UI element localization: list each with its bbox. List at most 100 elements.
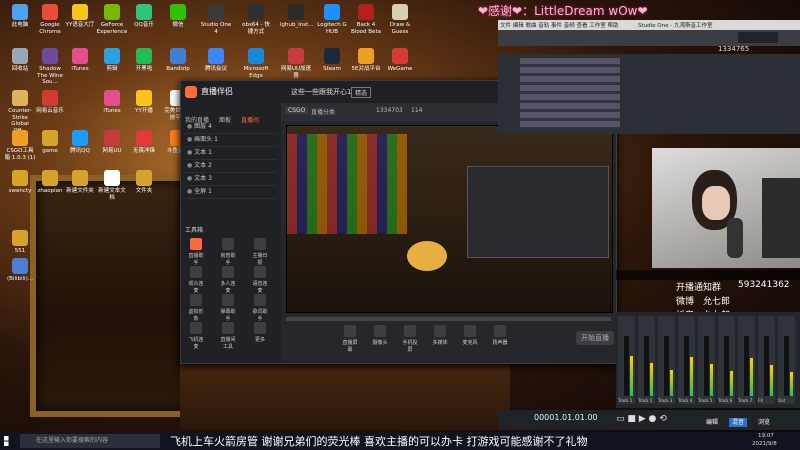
tool-9[interactable]: 歌词助手 [251, 294, 269, 322]
windows-start-icon[interactable] [4, 436, 9, 446]
fader[interactable] [624, 336, 629, 396]
desktop-icon[interactable]: 回收站 [4, 48, 36, 73]
daw-menu-item[interactable]: 工作室 [589, 23, 607, 29]
desktop-icon[interactable]: 此电脑 [4, 4, 36, 29]
daw-footer-tab[interactable]: 编辑 [703, 418, 721, 427]
desktop-icon[interactable]: Steam [316, 48, 348, 73]
desktop-icon[interactable]: iTunes [64, 48, 96, 73]
desktop-icon[interactable]: Microsoft Edge [240, 48, 272, 79]
action-1[interactable]: 直播屏幕 [341, 325, 359, 353]
desktop-icon[interactable]: 网易UU加速器 [280, 48, 312, 79]
action-5[interactable]: 麦克风 [461, 325, 479, 346]
desktop-icon[interactable]: game [34, 130, 66, 155]
daw-menu-item[interactable]: 音轨 [538, 23, 551, 29]
action-4[interactable]: 多媒体 [431, 325, 449, 346]
action-2[interactable]: 摄像头 [371, 325, 389, 346]
fader[interactable] [704, 336, 709, 396]
desktop-icon[interactable]: QQ音乐 [128, 4, 160, 29]
desktop-icon[interactable]: WeGame [384, 48, 416, 73]
desktop-icon[interactable]: 新建文件夹 [64, 170, 96, 195]
tool-1[interactable]: 直播助手 [187, 238, 205, 266]
desktop-icon[interactable]: 新建文本文档 [96, 170, 128, 201]
fader[interactable] [744, 336, 749, 396]
desktop-icon[interactable]: iTunes [96, 90, 128, 115]
mixer-channel[interactable]: FX [758, 316, 775, 404]
taskbar-search[interactable]: 在这里输入你要搜索的内容 [20, 434, 160, 448]
daw-menu-item[interactable]: 歌曲 [526, 23, 539, 29]
fader[interactable] [784, 336, 789, 396]
tool-7[interactable]: 虚拟形象 [187, 294, 205, 322]
daw-menu-item[interactable]: 查看 [577, 23, 590, 29]
desktop-icon[interactable]: Counter-Strike Global Off... [4, 90, 36, 134]
desktop-icon[interactable]: Studio One 4 [200, 4, 232, 35]
tool-label: 房管助手 [220, 253, 236, 266]
daw-menu-item[interactable]: 文件 [500, 23, 513, 29]
tool-10[interactable]: 飞机连麦 [187, 322, 205, 350]
fader[interactable] [724, 336, 729, 396]
desktop-icon[interactable]: obs64 - 快捷方式 [240, 4, 272, 35]
desktop-icon[interactable]: CSGO工具箱 1.0.3 (1) [4, 130, 36, 161]
desktop-icon[interactable]: 开黑啦 [128, 48, 160, 73]
mixer-channel[interactable]: Track 2 [638, 316, 655, 404]
mixer-channel[interactable]: Track 7 [738, 316, 755, 404]
tool-3[interactable]: 主播日报 [251, 238, 269, 266]
action-3[interactable]: 手机投屏 [401, 325, 419, 353]
game-category[interactable]: CSGO [285, 107, 309, 114]
mixer-channel[interactable]: Track 4 [678, 316, 695, 404]
daw-menu-item[interactable]: 帮助 [608, 23, 619, 29]
fader[interactable] [764, 336, 769, 396]
mixer-channel[interactable]: Track 6 [718, 316, 735, 404]
tool-12[interactable]: 更多 [251, 322, 269, 343]
desktop-icon[interactable]: GeForce Experience [96, 4, 128, 35]
fader[interactable] [644, 336, 649, 396]
desktop-icon[interactable]: 腾讯QQ [64, 130, 96, 155]
fader[interactable] [684, 336, 689, 396]
daw-footer-tab[interactable]: 浏览 [755, 418, 773, 427]
tool-6[interactable]: 语音连麦 [251, 266, 269, 294]
action-icon [464, 325, 476, 337]
desktop-icon[interactable]: 网易云音乐 [34, 90, 66, 115]
mixer-channel[interactable]: Track 5 [698, 316, 715, 404]
mixer-channel[interactable]: Track 3 [658, 316, 675, 404]
source-item[interactable]: ● 文本 3 [185, 173, 277, 186]
desktop-icon[interactable]: 网易UU [96, 130, 128, 155]
tool-5[interactable]: 多人连麦 [219, 266, 237, 294]
desktop-icon[interactable]: Back 4 Blood Beta [350, 4, 382, 35]
desktop-icon[interactable]: Bandizip [162, 48, 194, 73]
tool-11[interactable]: 直播间工具 [219, 322, 237, 350]
desktop-icon[interactable]: 无畏冲锋 [128, 130, 160, 155]
source-item[interactable]: ● 图层 4 [185, 121, 277, 134]
tool-2[interactable]: 房管助手 [219, 238, 237, 266]
desktop-icon[interactable]: 腾讯会议 [200, 48, 232, 73]
desktop-icon[interactable]: 551 [4, 230, 36, 255]
daw-menu-item[interactable]: 音频 [564, 23, 577, 29]
desktop-icon[interactable]: Draw & Guess [384, 4, 416, 35]
desktop-icon-label: YY开播 [135, 108, 153, 114]
desktop-icon[interactable]: YY语音大厅 [64, 4, 96, 29]
daw-menu-item[interactable]: 编辑 [513, 23, 526, 29]
desktop-icon[interactable]: 剪辑 [96, 48, 128, 73]
desktop-icon[interactable]: (Bilibili)... [4, 258, 36, 283]
source-item[interactable]: ● 画面头 1 [185, 134, 277, 147]
desktop-icon[interactable]: 文件夹 [128, 170, 160, 195]
daw-menu-item[interactable]: 事件 [551, 23, 564, 29]
desktop-icon[interactable]: Shadow The Wine Sou... [34, 48, 66, 86]
source-item[interactable]: ● 文本 1 [185, 147, 277, 160]
desktop-icon[interactable]: YY开播 [128, 90, 160, 115]
source-item[interactable]: ● 文本 2 [185, 160, 277, 173]
desktop-icon[interactable]: swencty [4, 170, 36, 195]
desktop-icon[interactable]: Google Chrome [34, 4, 66, 35]
desktop-icon[interactable]: zhaopian [34, 170, 66, 195]
daw-footer-tab[interactable]: 混音 [729, 418, 748, 427]
tool-8[interactable]: 弹幕助手 [219, 294, 237, 322]
desktop-icon[interactable]: Logitech G HUB [316, 4, 348, 35]
tool-4[interactable]: 观众连麦 [187, 266, 205, 294]
desktop-icon[interactable]: 微信 [162, 4, 194, 29]
mixer-channel[interactable]: Track 1 [618, 316, 635, 404]
desktop-icon[interactable]: 5E对战平台 [350, 48, 382, 73]
transport-controls[interactable]: ▭ ■ ▶ ● ⟲ [616, 414, 667, 424]
fader[interactable] [664, 336, 669, 396]
desktop-icon[interactable]: lghub_inst... [280, 4, 314, 29]
source-item[interactable]: ● 全屏 1 [185, 186, 277, 199]
mixer-channel[interactable]: Out [778, 316, 795, 404]
